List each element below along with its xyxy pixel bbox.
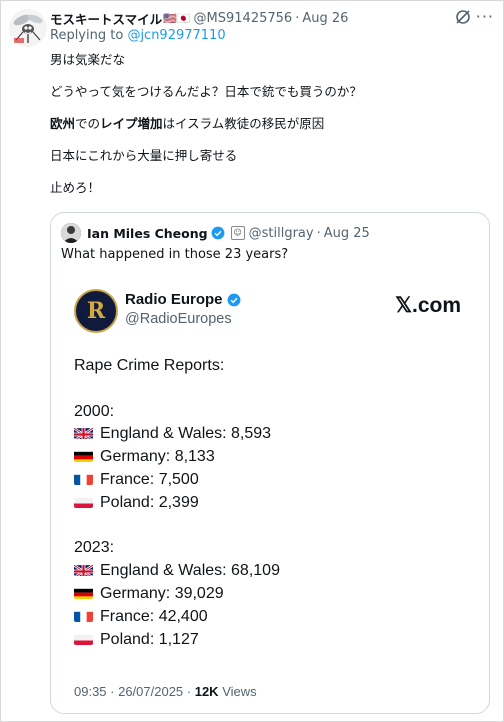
quote-separator: · [316,225,321,241]
stat-row: France: 42,400 [74,606,280,629]
embedded-image[interactable]: R Radio Europe @RadioEuropes 𝕏.com Rape … [61,277,479,705]
line3-text-b: はイスラム教徒の移民が原因 [162,116,325,131]
tweet-line-1: 男は気楽だな [50,52,126,67]
card-timestamp: 09:35 · 26/07/2025 · [74,684,192,699]
poland-flag-icon [74,632,93,645]
germany-flag-icon [74,586,93,599]
uk-flag-icon [74,426,93,440]
radio-europe-logo: R [74,289,118,333]
stat-text: Poland: 1,127 [100,630,199,648]
author-handle[interactable]: @MS91425756 [194,11,293,26]
verified-badge-icon [211,226,225,240]
quote-author-name[interactable]: Ian Miles Cheong [87,226,208,241]
quote-date[interactable]: Aug 25 [324,226,370,241]
germany-flag-icon [74,449,93,463]
stat-text: Germany: 8,133 [100,448,215,466]
tweet-line-2: どうやって気をつけるんだよ？日本で銃でも買うのか？ [50,84,362,99]
year-2000: 2000: [74,402,115,420]
stat-text: Poland: 2,399 [100,493,199,511]
stat-row: Poland: 2,399 [74,492,280,515]
crime-stats: Rape Crime Reports: 2000: England & Wale… [74,355,280,651]
stat-text: France: 42,400 [100,607,208,625]
uk-flag-icon [74,563,93,577]
line3-text-a: での [75,116,101,131]
card-meta: 09:35 · 26/07/2025 · 12K Views [74,684,257,699]
author-flags: 🇺🇸🇯🇵 [163,12,191,25]
stat-text: France: 7,500 [100,470,199,488]
more-options-icon[interactable]: ··· [476,7,494,26]
reply-to-link[interactable]: @jcn92977110 [127,28,225,43]
stat-row: Germany: 39,029 [74,583,280,606]
bold-europe: 欧州 [50,116,76,131]
avatar[interactable] [8,8,48,48]
x-brand-logo: 𝕏.com [395,294,461,317]
stat-row: England & Wales: 68,109 [74,560,280,583]
card-name-text: Radio Europe [125,291,223,308]
stat-row: England & Wales: 8,593 [74,423,280,446]
card-handle: @RadioEuropes [125,311,232,327]
stat-text: England & Wales: 8,593 [100,425,272,443]
france-flag-icon [74,472,93,485]
views-label: Views [222,684,257,699]
reply-prefix: Replying to [50,28,124,43]
replying-to: Replying to @jcn92977110 [50,28,226,43]
person-avatar-icon [61,223,81,243]
stats-heading: Rape Crime Reports: [74,357,225,374]
stat-row: France: 7,500 [74,469,280,492]
card-author-name: Radio Europe [125,291,245,308]
quoted-tweet[interactable]: Ian Miles Cheong ☺ @stillgray · Aug 25 W… [50,212,490,714]
poland-flag-icon [74,495,93,508]
stat-row: Poland: 1,127 [74,629,280,652]
views-count: 12K [194,684,219,699]
bold-rape-increase: レイプ増加 [100,116,163,131]
year-2023: 2023: [74,539,115,557]
tweet-line-5: 止めろ！ [50,180,101,195]
tweet-line-3: 欧州でのレイプ増加はイスラム教徒の移民が原因 [50,115,490,132]
stat-text: Germany: 39,029 [100,584,224,602]
card-verified-icon [227,293,240,306]
quote-text: What happened in those 23 years? [61,247,289,262]
tweet-header: モスキートスマイル 🇺🇸🇯🇵 @MS91425756 · Aug 26 [50,9,494,28]
stat-row: Germany: 8,133 [74,446,280,469]
quote-header: Ian Miles Cheong ☺ @stillgray · Aug 25 [61,223,370,243]
france-flag-icon [74,609,93,622]
stat-text: England & Wales: 68,109 [100,562,280,580]
tweet-date[interactable]: Aug 26 [302,11,348,26]
affiliate-badge-icon: ☺ [230,226,245,240]
tweet-text: 男は気楽だな どうやって気をつけるんだよ？日本で銃でも買うのか？ 欧州でのレイプ… [50,51,490,211]
quote-avatar[interactable] [61,223,81,243]
mosquito-avatar-icon [9,9,47,47]
separator-dot: · [295,11,300,26]
quote-handle[interactable]: @stillgray [249,226,314,241]
author-name[interactable]: モスキートスマイル [50,9,162,28]
grok-icon[interactable] [454,8,472,26]
tweet-line-4: 日本にこれから大量に押し寄せる [50,148,238,163]
